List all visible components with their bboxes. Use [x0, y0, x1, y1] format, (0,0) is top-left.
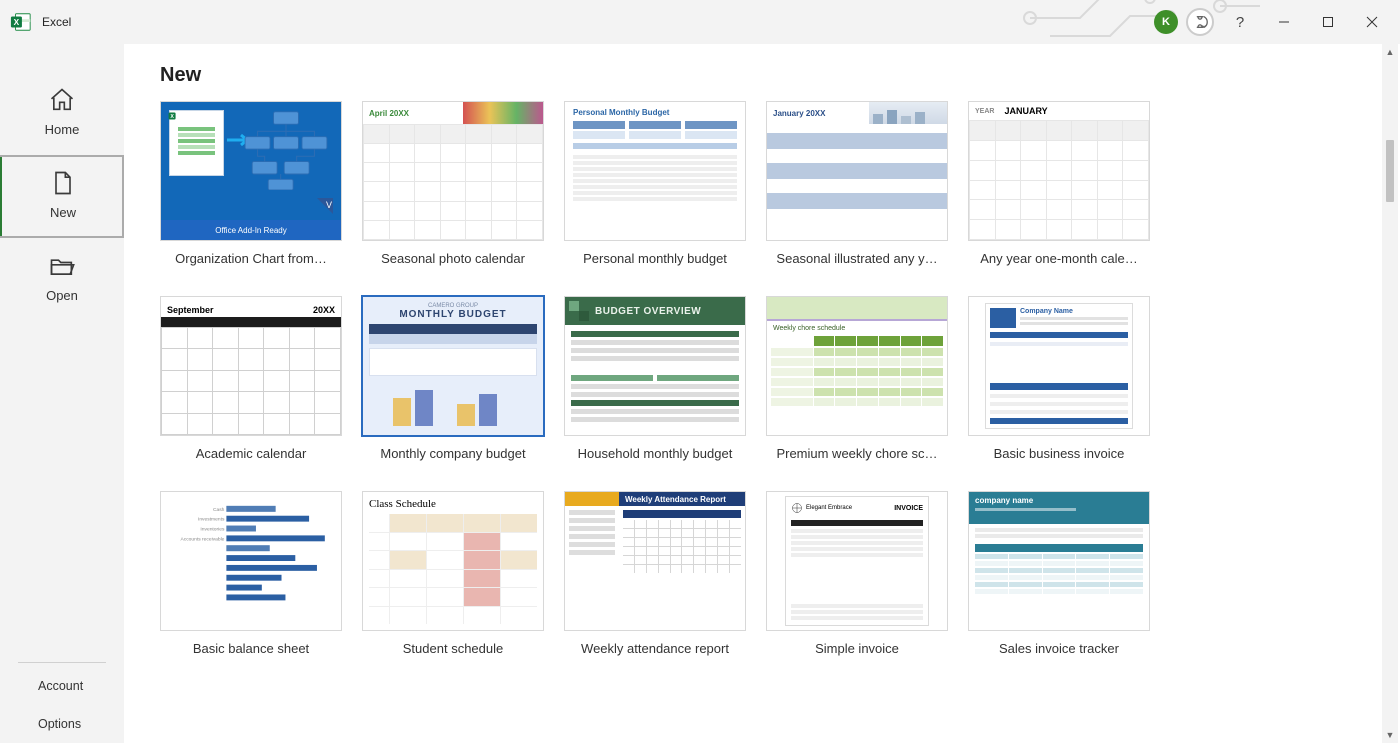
main-panel: New X [124, 44, 1400, 743]
template-any-year-one-month[interactable]: YEAR JANUARY Any year one-month cale… [968, 101, 1150, 266]
template-label: Academic calendar [160, 446, 342, 461]
template-label: Weekly attendance report [564, 641, 746, 656]
template-label: Any year one-month cale… [968, 251, 1150, 266]
template-sales-invoice-tracker[interactable]: company name Sales invoice tracke [968, 491, 1150, 656]
svg-text:Cash: Cash [213, 507, 225, 513]
help-button[interactable]: ? [1218, 0, 1262, 44]
template-basic-business-invoice[interactable]: Company Name Basic business invoice [968, 296, 1150, 461]
file-new-icon [49, 169, 77, 197]
template-academic-calendar[interactable]: September 20XX Academic calendar [160, 296, 342, 461]
nav-options[interactable]: Options [0, 705, 124, 743]
template-label: Seasonal photo calendar [362, 251, 544, 266]
template-org-chart[interactable]: X V Office Add-In Ready [160, 101, 342, 266]
template-seasonal-photo-calendar[interactable]: April 20XX Seasonal photo calendar [362, 101, 544, 266]
close-button[interactable] [1350, 0, 1394, 44]
template-household-monthly-budget[interactable]: BUDGET OVERVIEW Household monthly budget [564, 296, 746, 461]
nav-label: New [50, 205, 76, 220]
template-grid: X V Office Add-In Ready [160, 101, 1364, 656]
scroll-up-icon[interactable]: ▲ [1382, 44, 1398, 60]
maximize-button[interactable] [1306, 0, 1350, 44]
title-bar: X Excel K ? [0, 0, 1400, 44]
svg-text:V: V [326, 200, 332, 210]
excel-app-icon: X [10, 11, 32, 33]
template-label: Seasonal illustrated any y… [766, 251, 948, 266]
svg-text:Investments: Investments [198, 517, 225, 523]
template-label: Sales invoice tracker [968, 641, 1150, 656]
nav-home[interactable]: Home [0, 72, 124, 155]
template-label: Monthly company budget [362, 446, 544, 461]
template-label: Personal monthly budget [564, 251, 746, 266]
nav-label: Open [46, 288, 78, 303]
template-simple-invoice[interactable]: Elegant Embrace INVOICE [766, 491, 948, 656]
app-title: Excel [42, 15, 71, 29]
scroll-track[interactable] [1382, 60, 1398, 727]
sidebar-bottom: Account Options [0, 667, 124, 743]
template-label: Household monthly budget [564, 446, 746, 461]
svg-text:X: X [14, 18, 20, 27]
scroll-down-icon[interactable]: ▼ [1382, 727, 1398, 743]
addin-footer: Office Add-In Ready [161, 220, 341, 240]
vertical-scrollbar[interactable]: ▲ ▼ [1382, 44, 1398, 743]
scroll-thumb[interactable] [1386, 140, 1394, 202]
template-label: Basic business invoice [968, 446, 1150, 461]
template-personal-monthly-budget[interactable]: Personal Monthly Budget Personal monthly… [564, 101, 746, 266]
template-seasonal-illustrated-calendar[interactable]: January 20XX [766, 101, 948, 266]
folder-open-icon [48, 252, 76, 280]
svg-text:X: X [170, 114, 174, 120]
minimize-button[interactable] [1262, 0, 1306, 44]
template-label: Simple invoice [766, 641, 948, 656]
template-basic-balance-sheet[interactable]: Cash Investments Inventories Accounts re… [160, 491, 342, 656]
coming-soon-icon[interactable] [1186, 8, 1214, 36]
account-avatar[interactable]: K [1154, 10, 1178, 34]
svg-text:Inventories: Inventories [200, 526, 225, 532]
template-weekly-chore-schedule[interactable]: Weekly chore schedule Premium weekly cho… [766, 296, 948, 461]
template-label: Organization Chart from… [160, 251, 342, 266]
home-icon [48, 86, 76, 114]
nav-open[interactable]: Open [0, 238, 124, 321]
nav-label: Home [45, 122, 80, 137]
template-student-schedule[interactable]: Class Schedule Student schedule [362, 491, 544, 656]
backstage-sidebar: Home New Open Account Options [0, 44, 124, 743]
template-weekly-attendance-report[interactable]: Weekly Attendance Report [564, 491, 746, 656]
template-label: Student schedule [362, 641, 544, 656]
svg-text:Accounts receivable: Accounts receivable [181, 536, 225, 542]
nav-account[interactable]: Account [0, 667, 124, 705]
nav-new[interactable]: New [0, 155, 124, 238]
page-title: New [160, 64, 1364, 87]
template-label: Premium weekly chore sc… [766, 446, 948, 461]
template-label: Basic balance sheet [160, 641, 342, 656]
template-monthly-company-budget[interactable]: CAMERO GROUP MONTHLY BUDGET Monthly comp… [362, 296, 544, 461]
